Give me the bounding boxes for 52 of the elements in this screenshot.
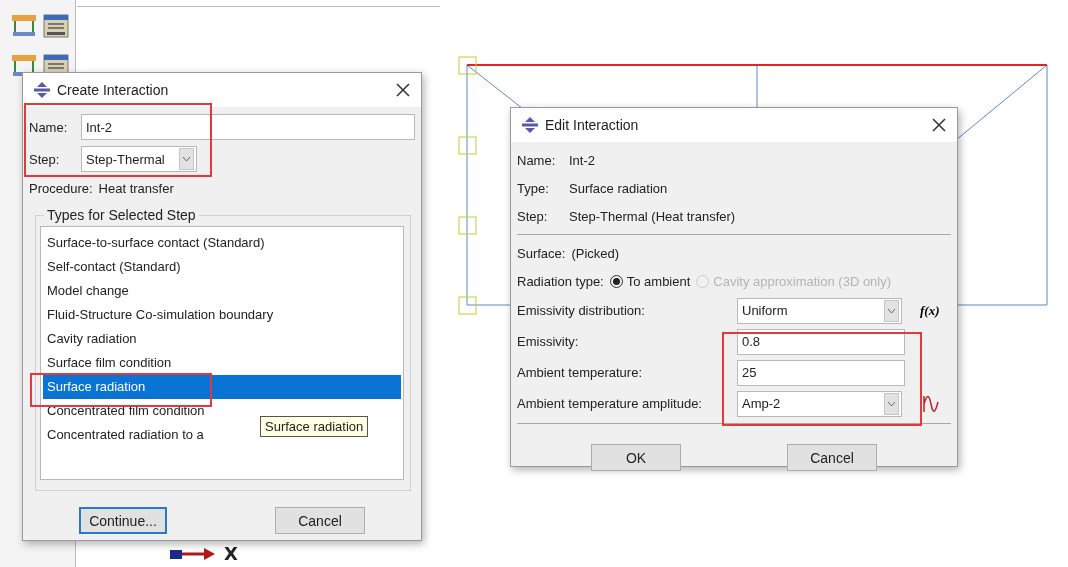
info-value: (Picked) [571,245,620,261]
close-button[interactable] [931,117,947,133]
field-label: Name: [29,119,69,135]
axis-arrow-icon [170,547,216,561]
dialog-title: Edit Interaction [545,117,640,133]
tooltip: Surface radiation [260,416,369,437]
input-field[interactable]: 25 [737,359,905,386]
list-item[interactable]: Surface film condition [43,351,172,375]
info-label: Type: [517,180,550,196]
dialog-title: Create Interaction [57,82,170,98]
field-label: Emissivity distribution: [517,303,646,318]
type-list[interactable] [40,226,404,480]
dropdown-field[interactable]: Amp-2 [737,390,902,417]
dialog-button[interactable]: Cancel [787,444,877,471]
list-item[interactable]: Fluid-Structure Co-simulation boundary [43,303,274,327]
app-logo-icon [33,81,51,99]
group-title: Types for Selected Step [44,207,199,223]
axis-label: X [224,543,238,565]
function-button[interactable]: f(x) [908,302,940,319]
list-item[interactable]: Self-contact (Standard) [43,255,181,279]
list-item[interactable]: Cavity radiation [43,327,137,351]
field-label: Ambient temperature amplitude: [517,396,703,411]
field-label: Ambient temperature: [517,365,643,380]
info-label: Step: [517,208,549,224]
list-item[interactable]: Surface radiation [43,375,401,399]
info-label: Surface: [517,245,566,261]
input-field[interactable]: 0.8 [737,328,905,355]
app-logo-icon [521,116,539,134]
info-value: Step-Thermal (Heat transfer) [569,208,736,224]
step-dropdown[interactable]: Step-Thermal [81,146,197,172]
caret-icon [179,148,194,170]
close-button[interactable] [395,82,411,98]
form-window-icon[interactable] [42,12,70,40]
list-item[interactable]: Model change [43,279,129,303]
info-value: Int-2 [569,152,595,168]
dialog-button[interactable]: Continue... [79,507,167,534]
dropdown-field[interactable]: Uniform [737,297,902,324]
info-label: Name: [517,152,557,168]
name-field[interactable]: Int-2 [81,114,415,140]
field-label: Emissivity: [517,334,580,349]
dialog-button[interactable]: Cancel [275,507,365,534]
field-label: Procedure: [29,180,93,196]
procedure-value: Heat transfer [98,180,174,196]
list-item[interactable]: Concentrated radiation to a [43,423,204,447]
caret-icon [884,392,899,415]
info-value: Surface radiation [569,180,668,196]
field-label: Step: [29,151,61,167]
dialog-button[interactable]: OK [591,444,681,471]
radio-option[interactable]: To ambient [609,273,691,289]
list-item[interactable]: Surface-to-surface contact (Standard) [43,231,265,255]
field-label: Radiation type: [517,273,604,289]
caret-icon [884,299,899,322]
